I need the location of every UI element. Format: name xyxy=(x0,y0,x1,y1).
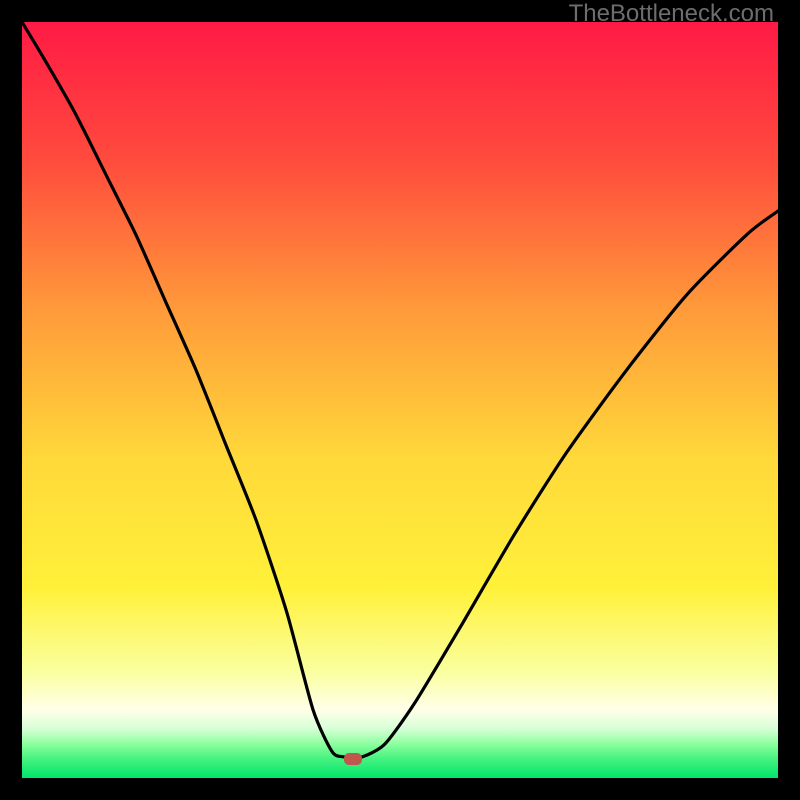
optimal-point-marker xyxy=(344,753,362,765)
watermark-text: TheBottleneck.com xyxy=(569,0,774,28)
bottleneck-chart xyxy=(22,22,778,778)
chart-frame xyxy=(22,22,778,778)
gradient-background xyxy=(22,22,778,778)
